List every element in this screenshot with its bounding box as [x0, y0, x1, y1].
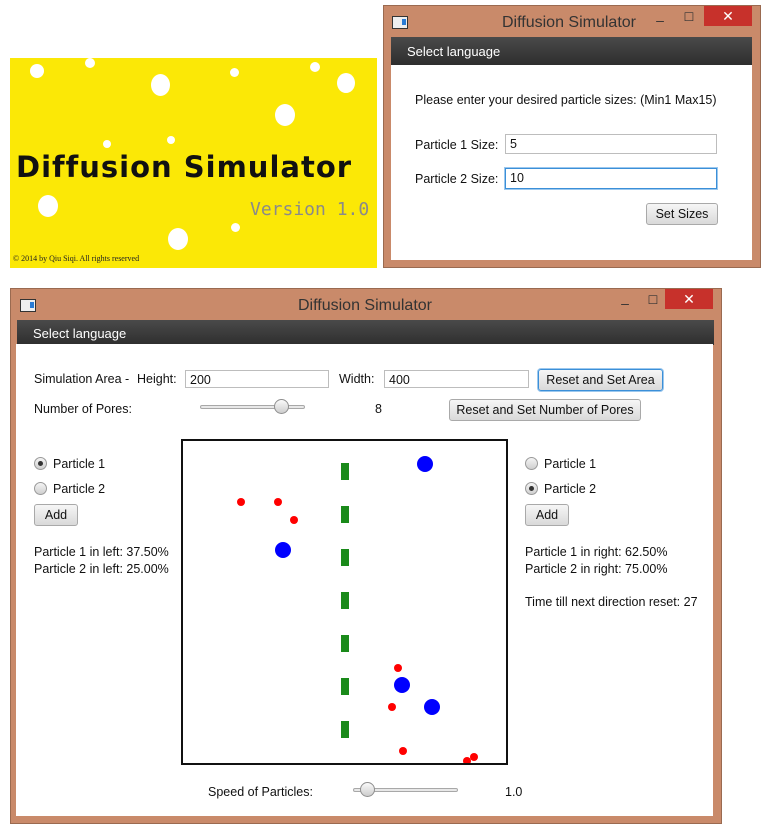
right-radio-particle2-label: Particle 2	[544, 482, 597, 496]
decor-dot	[103, 140, 111, 148]
particle2-size-label: Particle 2 Size:	[415, 172, 499, 186]
right-stat-particle2: Particle 2 in right: 75.00%	[525, 562, 668, 576]
size-dialog-window: Diffusion Simulator – ☐ ✕ Select languag…	[383, 5, 761, 268]
decor-dot	[275, 104, 295, 126]
reset-area-button[interactable]: Reset and Set Area	[538, 369, 663, 391]
membrane-segment	[341, 506, 349, 523]
right-stat-particle1: Particle 1 in right: 62.50%	[525, 545, 668, 559]
pores-slider-thumb[interactable]	[273, 399, 289, 414]
app-icon	[20, 299, 36, 312]
dialog-body: Please enter your desired particle sizes…	[391, 65, 752, 260]
menu-bar: Select language	[17, 320, 714, 345]
close-icon[interactable]: ✕	[704, 6, 752, 26]
left-radio-particle1-label: Particle 1	[53, 457, 106, 471]
decor-dot	[38, 195, 58, 217]
membrane-segment	[341, 463, 349, 480]
particle1	[463, 757, 471, 763]
speed-label: Speed of Particles:	[208, 785, 313, 799]
width-input[interactable]: 400	[384, 370, 529, 388]
splash-screen: Diffusion Simulator Version 1.0 © 2014 b…	[10, 58, 377, 268]
pores-value: 8	[375, 402, 382, 416]
menu-select-language[interactable]: Select language	[33, 326, 126, 341]
decor-dot	[230, 68, 239, 77]
left-radio-particle1[interactable]	[34, 457, 47, 470]
set-sizes-button[interactable]: Set Sizes	[646, 203, 718, 225]
particle1-size-input[interactable]: 5	[505, 134, 717, 154]
decor-dot	[337, 73, 355, 93]
height-label: Height:	[137, 372, 177, 386]
app-icon	[392, 16, 408, 29]
particle1	[470, 753, 478, 761]
close-icon[interactable]: ✕	[665, 289, 713, 309]
right-radio-particle1-label: Particle 1	[544, 457, 597, 471]
particle2	[424, 699, 440, 715]
particle1-size-label: Particle 1 Size:	[415, 138, 499, 152]
menu-select-language[interactable]: Select language	[407, 44, 500, 59]
splash-version: Version 1.0	[250, 199, 370, 220]
particles	[237, 456, 478, 763]
maximize-icon[interactable]: ☐	[643, 293, 663, 307]
membrane-segment	[341, 549, 349, 566]
reset-pores-button[interactable]: Reset and Set Number of Pores	[449, 399, 641, 421]
left-add-button[interactable]: Add	[34, 504, 78, 526]
size-prompt: Please enter your desired particle sizes…	[415, 93, 717, 107]
simulation-area[interactable]	[181, 439, 508, 765]
pores-label: Number of Pores:	[34, 402, 132, 416]
pores-slider[interactable]	[200, 405, 305, 409]
particle1	[399, 747, 407, 755]
width-label: Width:	[339, 372, 375, 386]
right-radio-particle2[interactable]	[525, 482, 538, 495]
particle2	[275, 542, 291, 558]
left-radio-particle2-label: Particle 2	[53, 482, 106, 496]
left-radio-particle2[interactable]	[34, 482, 47, 495]
particle2-size-input[interactable]: 10	[505, 168, 717, 189]
window-title: Diffusion Simulator	[298, 297, 432, 314]
maximize-icon[interactable]: ☐	[679, 10, 699, 24]
particle1	[388, 703, 396, 711]
particle1	[274, 498, 282, 506]
decor-dot	[30, 64, 44, 78]
decor-dot	[231, 223, 240, 232]
decor-dot	[151, 74, 170, 96]
simulation-svg	[237, 456, 478, 763]
minimize-icon[interactable]: –	[615, 295, 635, 311]
menu-bar: Select language	[391, 37, 752, 65]
membrane-segment	[341, 721, 349, 738]
particle1	[290, 516, 298, 524]
particle2	[394, 677, 410, 693]
decor-dot	[85, 58, 95, 68]
membrane-segment	[341, 592, 349, 609]
particle1	[237, 498, 245, 506]
height-input[interactable]: 200	[185, 370, 329, 388]
left-stat-particle2: Particle 2 in left: 25.00%	[34, 562, 169, 576]
splash-copyright: © 2014 by Qiu Siqi. All rights reserved	[13, 254, 140, 263]
particle2	[417, 456, 433, 472]
direction-reset-timer: Time till next direction reset: 27	[525, 595, 698, 609]
left-stat-particle1: Particle 1 in left: 37.50%	[34, 545, 169, 559]
right-radio-particle1[interactable]	[525, 457, 538, 470]
area-label: Simulation Area -	[34, 372, 130, 386]
membrane-segment	[341, 678, 349, 695]
window-title: Diffusion Simulator	[502, 14, 636, 31]
particle1	[394, 664, 402, 672]
splash-title: Diffusion Simulator	[16, 150, 353, 184]
minimize-icon[interactable]: –	[650, 12, 670, 28]
membrane-segment	[341, 635, 349, 652]
decor-dot	[310, 62, 320, 72]
membrane	[341, 463, 349, 738]
decor-dot	[168, 228, 188, 250]
speed-value: 1.0	[505, 785, 523, 799]
right-add-button[interactable]: Add	[525, 504, 569, 526]
decor-dot	[167, 136, 175, 144]
